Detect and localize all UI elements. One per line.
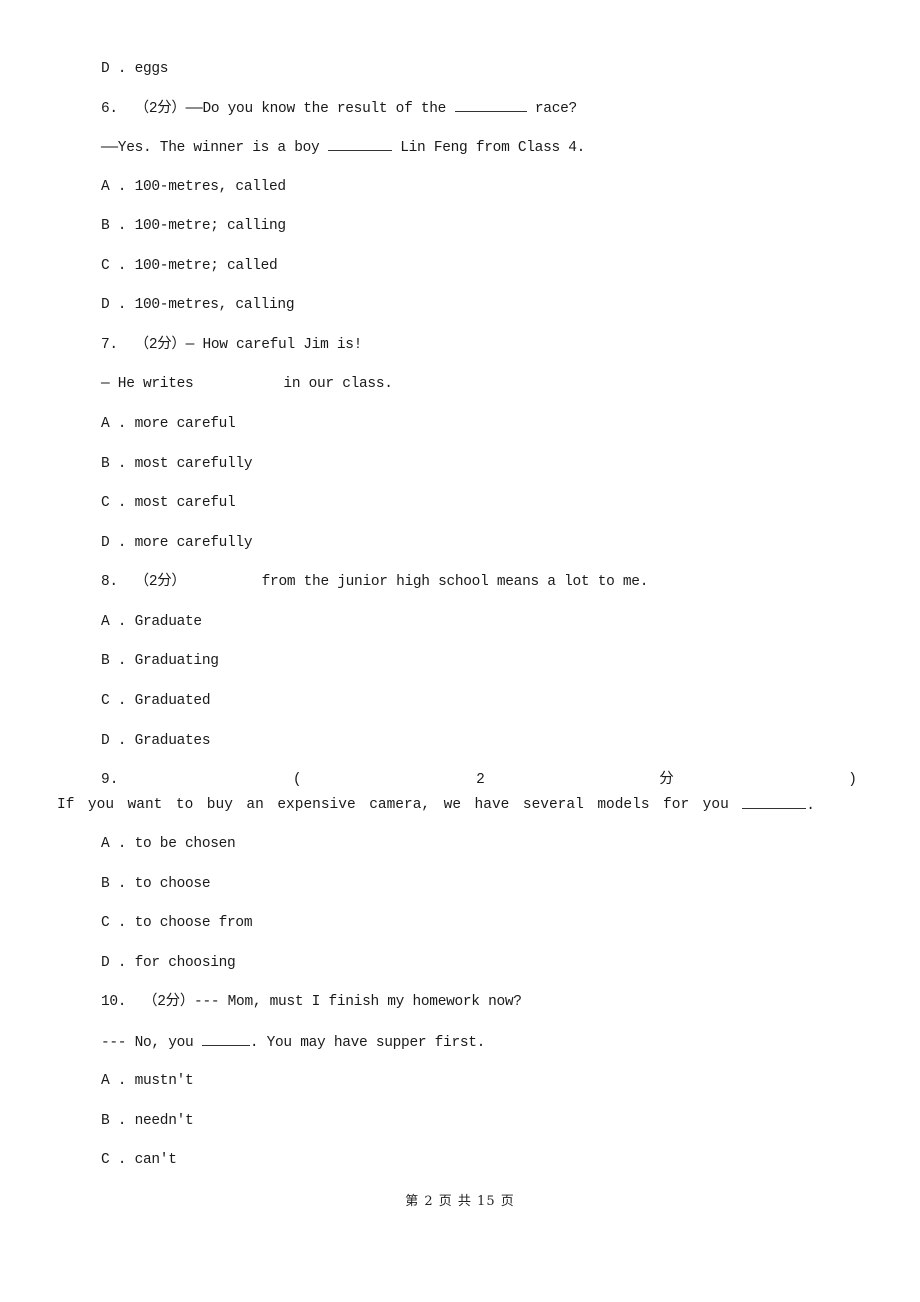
option-d[interactable]: D . more carefully bbox=[101, 534, 253, 552]
option-d[interactable]: D . Graduates bbox=[101, 732, 211, 750]
stem-word: If bbox=[57, 797, 75, 813]
question-points: （2分） bbox=[143, 994, 195, 1010]
question-text: — He writes bbox=[101, 376, 194, 392]
question-number: 9. bbox=[101, 772, 119, 788]
stem-word: you bbox=[702, 797, 729, 813]
question-text: Lin Feng from Class 4. bbox=[400, 140, 586, 156]
question-points: （2分） bbox=[134, 337, 186, 353]
stem-end: . bbox=[806, 798, 815, 814]
stem-word: buy bbox=[206, 797, 233, 813]
question-text: — How careful Jim is! bbox=[185, 337, 363, 353]
points-value: 2 bbox=[476, 772, 485, 788]
question-9-stem: If you want to buy an expensive camera, … bbox=[57, 796, 815, 815]
option-c[interactable]: C . 100-metre; called bbox=[101, 257, 278, 275]
question-text: race? bbox=[534, 101, 577, 117]
points-paren-close: ) bbox=[848, 772, 857, 788]
question-number: 6. bbox=[101, 101, 118, 117]
question-number: 7. bbox=[101, 337, 118, 353]
points-unit: 分 bbox=[659, 772, 674, 788]
option-c[interactable]: C . Graduated bbox=[101, 692, 211, 710]
question-9-header: 9. ( 2 分 ) bbox=[101, 771, 857, 789]
question-text: . You may have supper first. bbox=[249, 1035, 486, 1051]
stem-word: want bbox=[127, 797, 163, 813]
answer-blank-group: . bbox=[742, 796, 815, 815]
option-a[interactable]: A . 100-metres, called bbox=[101, 178, 286, 196]
question-text: from the junior high school means a lot … bbox=[261, 574, 649, 590]
answer-blank bbox=[327, 138, 392, 151]
question-8-stem: 8. （2分） from the junior high school means… bbox=[101, 573, 648, 591]
stem-word: have bbox=[474, 797, 510, 813]
question-text: ——Yes. The winner is a boy bbox=[101, 140, 320, 156]
option-c[interactable]: C . most careful bbox=[101, 494, 236, 512]
question-text: ——Do you know the result of the bbox=[185, 101, 447, 117]
stem-word: expensive bbox=[277, 797, 356, 813]
stem-word: several bbox=[522, 797, 584, 813]
question-points: （2分） bbox=[134, 101, 186, 117]
option-b[interactable]: B . most carefully bbox=[101, 455, 253, 473]
stem-word: for bbox=[663, 797, 690, 813]
question-6-line2: ——Yes. The winner is a boy Lin Feng from… bbox=[101, 138, 585, 157]
option-c[interactable]: C . can't bbox=[101, 1151, 177, 1169]
option-b[interactable]: B . needn't bbox=[101, 1112, 194, 1130]
answer-blank bbox=[201, 1033, 250, 1046]
option-b[interactable]: B . 100-metre; calling bbox=[101, 217, 286, 235]
option-c[interactable]: C . to choose from bbox=[101, 914, 253, 932]
option-a[interactable]: A . to be chosen bbox=[101, 835, 236, 853]
option-a[interactable]: A . mustn't bbox=[101, 1072, 194, 1090]
question-text: --- Mom, must I finish my homework now? bbox=[194, 994, 522, 1010]
stem-word: you bbox=[87, 797, 115, 813]
question-number: 8. bbox=[101, 574, 118, 590]
points-paren-open: ( bbox=[292, 772, 302, 788]
question-6-stem: 6. （2分）——Do you know the result of the r… bbox=[101, 99, 577, 118]
page-footer: 第 2 页 共 15 页 bbox=[405, 1194, 515, 1209]
option-d[interactable]: D . for choosing bbox=[101, 954, 236, 972]
question-10-line2: --- No, you . You may have supper first. bbox=[101, 1033, 485, 1052]
stem-word: models bbox=[597, 797, 650, 813]
stem-word: to bbox=[175, 797, 194, 813]
question-number: 10. bbox=[101, 994, 127, 1010]
answer-blank bbox=[742, 796, 807, 809]
option-a[interactable]: A . more careful bbox=[101, 415, 236, 433]
prev-option-d: D . eggs bbox=[101, 61, 169, 77]
option-d[interactable]: D . 100-metres, calling bbox=[101, 296, 295, 314]
question-text: --- No, you bbox=[101, 1035, 194, 1051]
question-7-line2: — He writes in our class. bbox=[101, 375, 393, 393]
option-b[interactable]: B . to choose bbox=[101, 875, 211, 893]
option-b[interactable]: B . Graduating bbox=[101, 652, 219, 670]
question-7-stem: 7. （2分）— How careful Jim is! bbox=[101, 336, 362, 354]
stem-word: we bbox=[443, 797, 462, 813]
question-10-stem: 10. （2分）--- Mom, must I finish my homewo… bbox=[101, 993, 522, 1011]
option-a[interactable]: A . Graduate bbox=[101, 613, 202, 631]
question-text: in our class. bbox=[283, 376, 393, 392]
question-points: （2分） bbox=[134, 574, 186, 590]
answer-blank bbox=[454, 99, 527, 112]
stem-word: an bbox=[246, 797, 264, 813]
stem-word: camera, bbox=[369, 797, 431, 813]
